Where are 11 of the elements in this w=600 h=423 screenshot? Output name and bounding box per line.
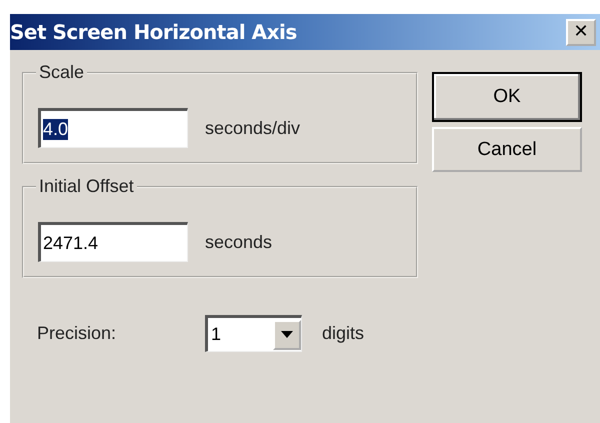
precision-label: Precision: xyxy=(37,323,118,344)
input-field[interactable]: 4.0 xyxy=(38,108,188,148)
unit-label: seconds/div xyxy=(205,118,300,138)
unit-label: digits xyxy=(322,323,364,344)
dialog-button[interactable]: OK xyxy=(432,72,582,122)
close-button[interactable]: ✕ xyxy=(566,18,596,46)
window-title: Set Screen Horizontal Axis xyxy=(10,20,297,44)
unit-label: seconds xyxy=(205,232,272,252)
dialog-button[interactable]: Cancel xyxy=(432,127,582,172)
input-field[interactable]: 2471.4 xyxy=(38,222,188,262)
precision-dropdown[interactable]: 1 xyxy=(205,315,302,352)
